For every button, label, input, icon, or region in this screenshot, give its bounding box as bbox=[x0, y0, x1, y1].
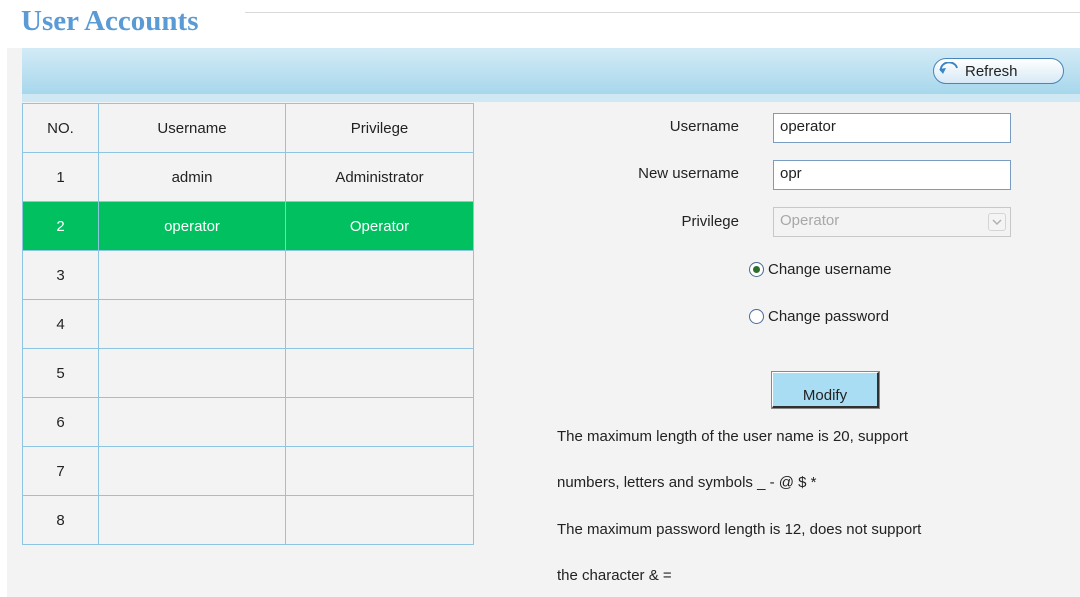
radio-checked-icon[interactable] bbox=[749, 262, 764, 277]
cell-username bbox=[98, 348, 286, 398]
toolbar bbox=[22, 48, 1080, 94]
cell-username bbox=[98, 397, 286, 447]
title-divider bbox=[245, 12, 1080, 13]
page-title: User Accounts bbox=[21, 5, 199, 37]
cell-privilege bbox=[285, 446, 474, 496]
cell-username bbox=[98, 250, 286, 300]
change-password-label: Change password bbox=[768, 308, 889, 325]
table-row[interactable]: 4 bbox=[22, 299, 474, 349]
refresh-label: Refresh bbox=[965, 62, 1018, 80]
password-rule-text: The maximum password length is 12, does … bbox=[557, 521, 922, 538]
modify-button[interactable]: Modify bbox=[771, 371, 880, 409]
cell-username bbox=[98, 299, 286, 349]
cell-no: 4 bbox=[22, 299, 99, 349]
cell-username: admin bbox=[98, 152, 286, 202]
cell-privilege bbox=[285, 250, 474, 300]
column-header-no: NO. bbox=[22, 103, 99, 153]
user-table: NO. Username Privilege 1 admin Administr… bbox=[22, 103, 474, 545]
column-header-username: Username bbox=[98, 103, 286, 153]
table-row[interactable]: 7 bbox=[22, 446, 474, 496]
cell-privilege bbox=[285, 348, 474, 398]
cell-privilege: Operator bbox=[285, 201, 474, 251]
change-username-option[interactable]: Change username bbox=[749, 261, 891, 278]
cell-privilege bbox=[285, 397, 474, 447]
table-header-row: NO. Username Privilege bbox=[22, 103, 474, 153]
cell-no: 1 bbox=[22, 152, 99, 202]
refresh-button[interactable]: Refresh bbox=[933, 58, 1064, 84]
radio-unchecked-icon[interactable] bbox=[749, 309, 764, 324]
cell-privilege bbox=[285, 495, 474, 545]
toolbar-divider bbox=[22, 94, 1080, 102]
table-row[interactable]: 5 bbox=[22, 348, 474, 398]
change-username-label: Change username bbox=[768, 261, 892, 278]
cell-no: 2 bbox=[22, 201, 99, 251]
table-row[interactable]: 8 bbox=[22, 495, 474, 545]
privilege-label: Privilege bbox=[681, 213, 739, 230]
privilege-select[interactable]: Operator bbox=[773, 207, 1011, 237]
cell-username bbox=[98, 495, 286, 545]
change-password-option[interactable]: Change password bbox=[749, 308, 889, 325]
cell-no: 7 bbox=[22, 446, 99, 496]
cell-no: 5 bbox=[22, 348, 99, 398]
table-row[interactable]: 6 bbox=[22, 397, 474, 447]
cell-no: 8 bbox=[22, 495, 99, 545]
username-rule-text: The maximum length of the user name is 2… bbox=[557, 428, 909, 445]
title-bar: User Accounts bbox=[7, 0, 1080, 48]
username-symbols-text: numbers, letters and symbols _ - @ $ * bbox=[557, 474, 817, 491]
table-row[interactable]: 1 admin Administrator bbox=[22, 152, 474, 202]
chevron-down-icon bbox=[988, 213, 1006, 231]
cell-privilege: Administrator bbox=[285, 152, 474, 202]
refresh-arrow-icon bbox=[937, 60, 963, 82]
cell-no: 3 bbox=[22, 250, 99, 300]
cell-privilege bbox=[285, 299, 474, 349]
table-row[interactable]: 3 bbox=[22, 250, 474, 300]
new-username-label: New username bbox=[638, 165, 739, 182]
cell-username: operator bbox=[98, 201, 286, 251]
new-username-field[interactable]: opr bbox=[773, 160, 1011, 190]
column-header-privilege: Privilege bbox=[285, 103, 474, 153]
privilege-select-value: Operator bbox=[780, 212, 840, 229]
username-field[interactable]: operator bbox=[773, 113, 1011, 143]
cell-no: 6 bbox=[22, 397, 99, 447]
username-label: Username bbox=[669, 118, 739, 135]
password-character-text: the character & = bbox=[557, 567, 672, 584]
cell-username bbox=[98, 446, 286, 496]
table-row-selected[interactable]: 2 operator Operator bbox=[22, 201, 474, 251]
